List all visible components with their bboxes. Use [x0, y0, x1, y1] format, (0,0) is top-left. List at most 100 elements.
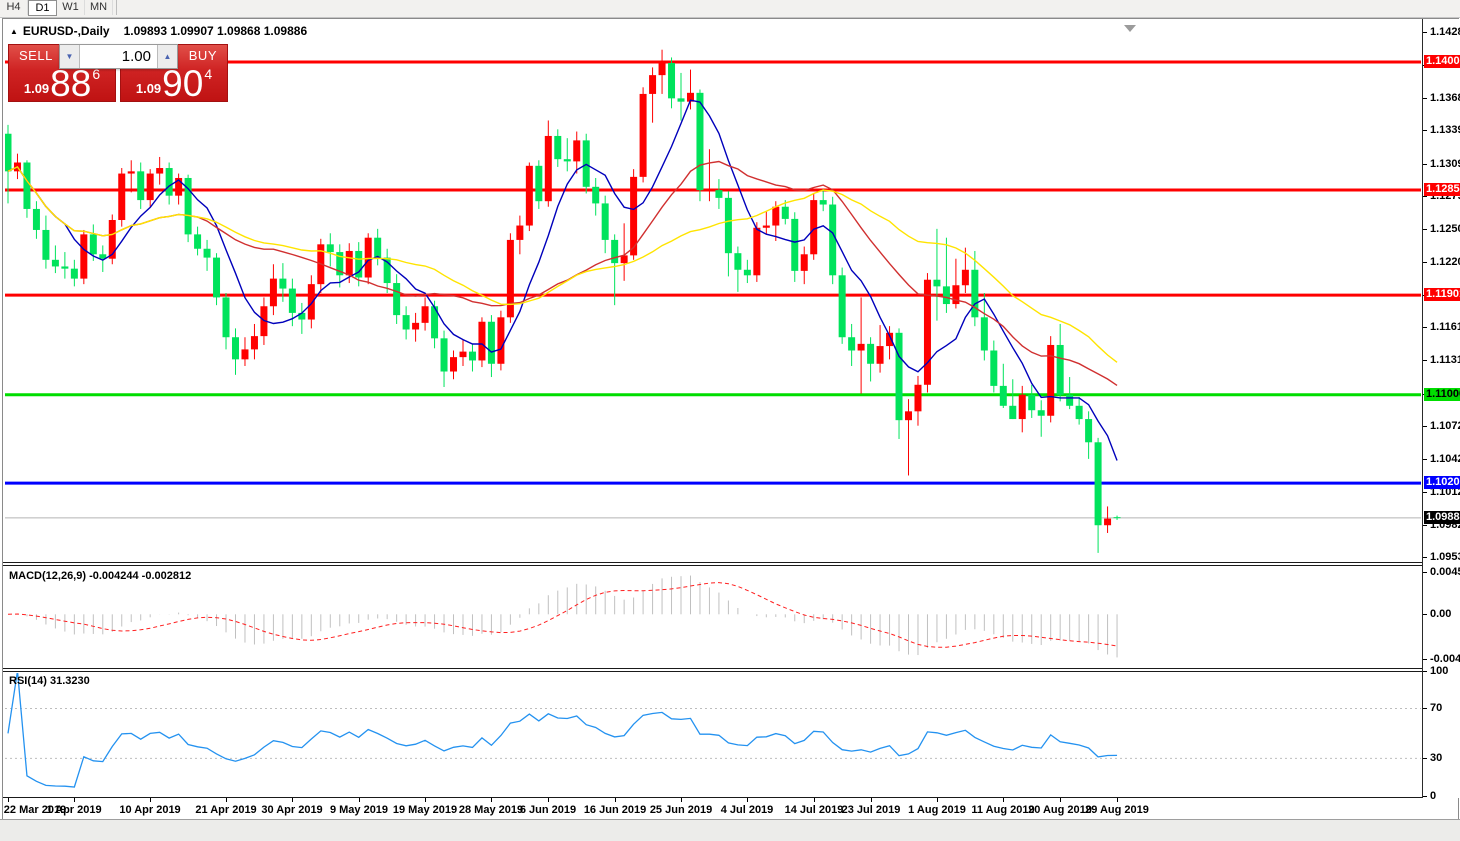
candle-body — [1085, 419, 1092, 442]
candle-body — [251, 336, 258, 349]
chart-symbol-period: EURUSD-,Daily — [23, 24, 110, 38]
macd-indicator-chart[interactable] — [5, 566, 1421, 668]
candle-body — [488, 322, 495, 364]
price-tick-mark — [1423, 130, 1427, 131]
candle-body — [412, 323, 419, 330]
date-tick-mark — [425, 798, 426, 802]
candle-body — [877, 346, 884, 364]
candle-body — [696, 93, 703, 190]
candle-body — [289, 289, 296, 313]
candle-body — [393, 283, 400, 315]
date-tick-label: 29 Aug 2019 — [1085, 804, 1149, 816]
candle-body — [507, 240, 514, 317]
date-tick-mark — [871, 798, 872, 802]
candle-body — [1104, 519, 1111, 526]
date-tick-label: 11 Aug 2019 — [971, 804, 1034, 816]
price-tick-label: 1.11610 — [1430, 321, 1460, 333]
price-level-badge: 1.10201 — [1424, 476, 1460, 489]
date-tick-label: 9 May 2019 — [330, 804, 388, 816]
price-tick-label: 1.09530 — [1430, 551, 1460, 563]
date-tick-mark — [681, 798, 682, 802]
date-tick-label: 1 Aug 2019 — [908, 804, 966, 816]
candle-body — [725, 198, 732, 253]
rsi-tick-label: 30 — [1430, 752, 1442, 764]
candle-body — [1019, 395, 1026, 419]
candle-body — [782, 207, 789, 219]
candle-body — [990, 350, 997, 385]
volume-increase-icon[interactable]: ▲ — [157, 45, 177, 68]
candle-body — [914, 385, 921, 412]
rsi-indicator-label: RSI(14) 31.3230 — [9, 675, 90, 687]
price-level-badge: 1.12851 — [1424, 183, 1460, 196]
candle-body — [554, 136, 561, 159]
date-tick-label: 25 Jun 2019 — [650, 804, 712, 816]
scroll-to-end-icon[interactable] — [1124, 25, 1136, 32]
date-tick-mark — [747, 798, 748, 802]
candle-body — [1028, 395, 1035, 410]
price-tick-label: 1.14280 — [1430, 26, 1460, 38]
oct-collapse-icon[interactable]: ▲ — [10, 27, 18, 36]
candle-body — [791, 219, 798, 271]
price-tick-mark — [1423, 492, 1427, 493]
candle-body — [753, 228, 760, 276]
mt4-terminal: H4D1W1MN ▲ EURUSD-,Daily 1.09893 1.09907… — [0, 0, 1460, 841]
candle-body — [1095, 442, 1102, 525]
candle-body — [156, 168, 163, 174]
rsi-tick-mark — [1423, 708, 1427, 709]
sell-price-handle: 1.09 — [24, 81, 49, 96]
candle-body — [365, 238, 372, 278]
candle-body — [971, 270, 978, 318]
candle-body — [374, 238, 381, 258]
panel-splitter[interactable] — [3, 668, 1458, 672]
candle-body — [118, 174, 125, 220]
buy-label: BUY — [189, 48, 217, 63]
candle-body — [279, 279, 286, 289]
rsi-tick-mark — [1423, 796, 1427, 797]
one-click-trading-panel: SELL 1.09 88 6 BUY 1.09 90 4 ▼ ▲ — [8, 44, 228, 102]
candle-body — [516, 226, 523, 240]
price-tick-label: 1.11310 — [1430, 354, 1460, 366]
date-tick-mark — [74, 798, 75, 802]
chart-ohlc-quotes: 1.09893 1.09907 1.09868 1.09886 — [124, 24, 308, 38]
volume-input[interactable] — [80, 45, 157, 68]
candle-body — [71, 269, 78, 279]
candle-body — [611, 240, 618, 263]
candle-body — [450, 357, 457, 371]
date-tick-label: 16 Jun 2019 — [584, 804, 646, 816]
sell-label: SELL — [19, 48, 53, 63]
candle-body — [61, 266, 68, 268]
candle-body — [526, 166, 533, 226]
timeframe-button-w1[interactable]: W1 — [57, 0, 85, 15]
candle-body — [810, 200, 817, 254]
date-tick-label: 6 Jun 2019 — [520, 804, 576, 816]
candle-body — [1009, 406, 1016, 419]
date-tick-label: 1 Apr 2019 — [46, 804, 101, 816]
candle-body — [535, 166, 542, 201]
candle-body — [147, 174, 154, 201]
macd-signal-line — [8, 583, 1117, 648]
date-tick-mark — [226, 798, 227, 802]
price-level-badge: 1.11901 — [1424, 288, 1460, 301]
sell-price-big: 88 — [50, 65, 91, 102]
date-tick-label: 10 Apr 2019 — [119, 804, 180, 816]
timeframe-button-mn[interactable]: MN — [85, 0, 113, 15]
timeframe-button-d1[interactable]: D1 — [28, 0, 57, 16]
candle-body — [564, 159, 571, 161]
candle-body — [1066, 395, 1073, 406]
date-tick-label: 20 Aug 2019 — [1028, 804, 1092, 816]
volume-decrease-icon[interactable]: ▼ — [60, 45, 80, 68]
date-tick-mark — [292, 798, 293, 802]
candle-body — [678, 98, 685, 101]
price-tick-label: 1.13390 — [1430, 124, 1460, 136]
candle-body — [137, 171, 144, 200]
candle-body — [80, 234, 87, 278]
candle-body — [896, 333, 903, 420]
price-tick-label: 1.13685 — [1430, 92, 1460, 104]
buy-price-handle: 1.09 — [136, 81, 161, 96]
candle-body — [715, 190, 722, 198]
rsi-indicator-chart[interactable] — [5, 673, 1421, 797]
timeframe-button-h4[interactable]: H4 — [0, 0, 28, 15]
price-tick-label: 1.10720 — [1430, 420, 1460, 432]
candle-body — [1000, 386, 1007, 406]
price-tick-mark — [1423, 557, 1427, 558]
